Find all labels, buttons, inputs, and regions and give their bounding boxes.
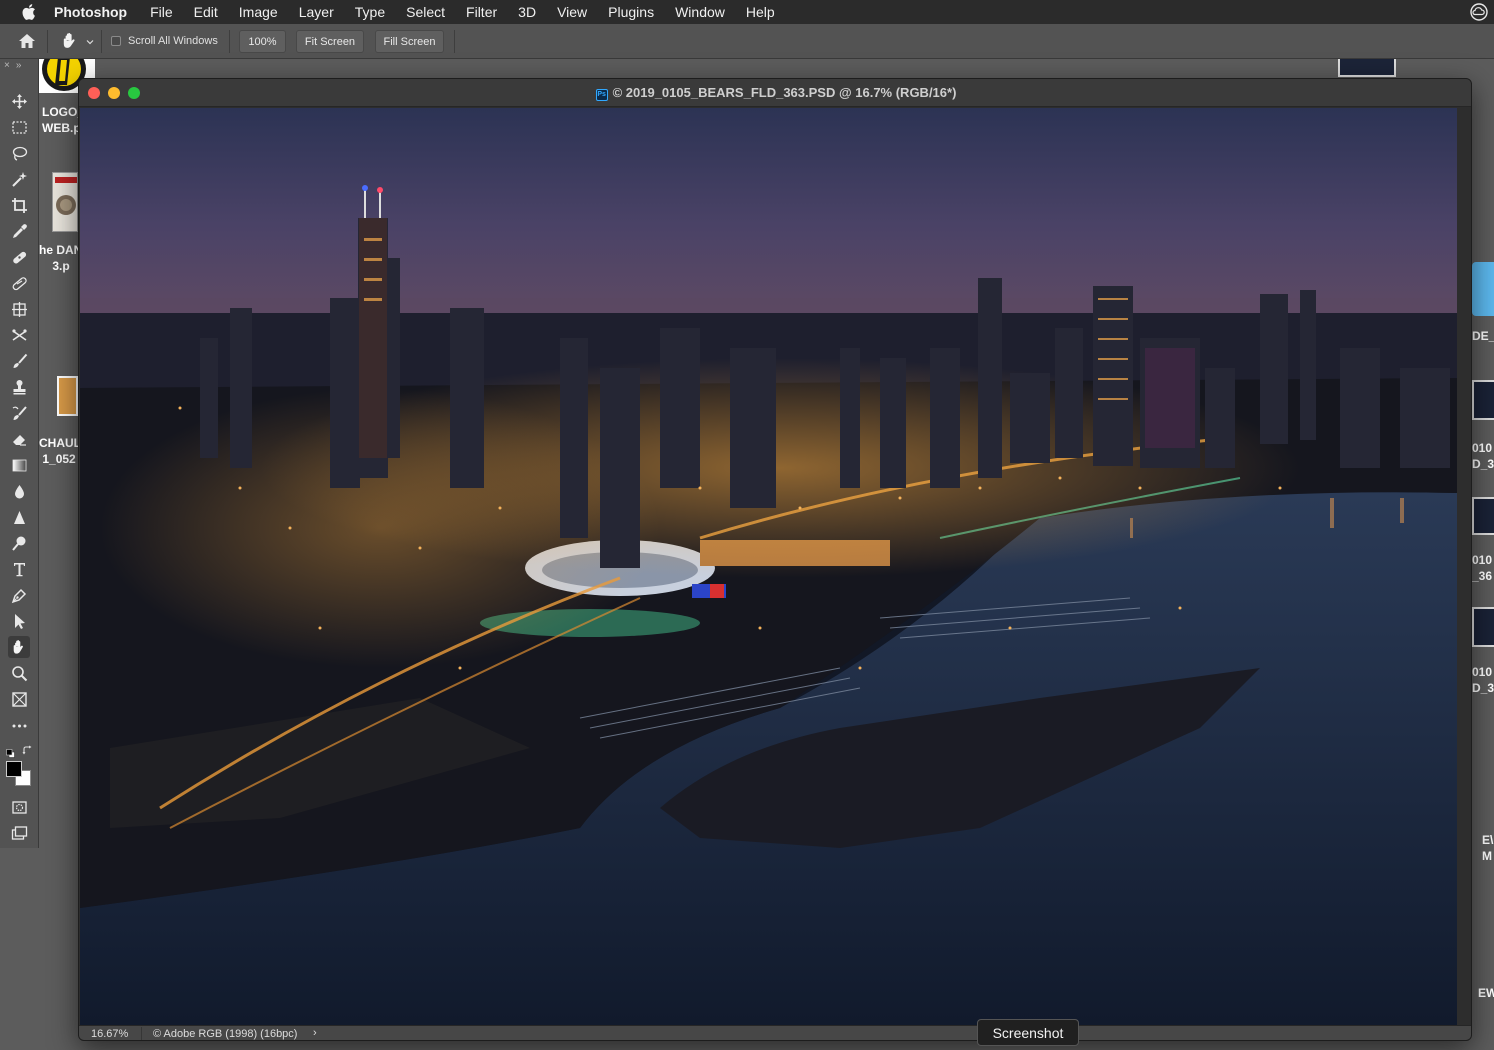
menu-3d[interactable]: 3D — [518, 4, 536, 20]
chevron-down-icon[interactable] — [86, 37, 94, 45]
type-tool-icon[interactable] — [8, 558, 30, 580]
dodge-tool-icon[interactable] — [8, 532, 30, 554]
crop-tool-icon[interactable] — [8, 194, 30, 216]
move-tool-icon[interactable] — [8, 90, 30, 112]
photoshop-file-icon: Ps — [595, 89, 608, 101]
creative-cloud-icon[interactable] — [1470, 3, 1488, 21]
menu-help[interactable]: Help — [746, 4, 775, 20]
options-separator — [229, 30, 230, 53]
menu-type[interactable]: Type — [355, 4, 385, 20]
options-separator — [454, 30, 455, 53]
options-bar: Scroll All Windows 100% Fit Screen Fill … — [0, 24, 1494, 59]
folder-icon[interactable] — [1472, 262, 1494, 316]
city-night-photo — [80, 108, 1457, 1025]
menu-filter[interactable]: Filter — [466, 4, 497, 20]
fill-screen-button[interactable]: Fill Screen — [375, 30, 444, 53]
document-canvas[interactable] — [80, 108, 1457, 1025]
desktop-file-label[interactable]: EW — [1478, 985, 1494, 1001]
status-menu-chevron-icon[interactable]: › — [313, 1027, 317, 1039]
hand-tool-preset-icon[interactable] — [60, 31, 82, 51]
menu-image[interactable]: Image — [239, 4, 278, 20]
path-selection-tool-icon[interactable] — [8, 610, 30, 632]
scroll-all-windows-checkbox[interactable] — [111, 36, 121, 46]
options-separator — [101, 30, 102, 53]
sharpen-tool-icon[interactable] — [8, 506, 30, 528]
hand-tool-icon[interactable] — [8, 636, 30, 658]
menu-app-name[interactable]: Photoshop — [54, 4, 127, 20]
patch-tool-icon[interactable] — [8, 272, 30, 294]
scroll-all-windows-label: Scroll All Windows — [128, 35, 218, 47]
zoom-level-field[interactable]: 16.67% — [91, 1028, 128, 1040]
status-separator — [141, 1027, 142, 1040]
photo-file-thumbnail[interactable] — [57, 376, 78, 416]
document-title: Ps © 2019_0105_BEARS_FLD_363.PSD @ 16.7% … — [79, 85, 1471, 101]
desktop-file-label[interactable]: 010 _36 — [1472, 552, 1494, 584]
photo-file-thumbnail[interactable] — [1472, 380, 1494, 420]
history-brush-tool-icon[interactable] — [8, 402, 30, 424]
menu-plugins[interactable]: Plugins — [608, 4, 654, 20]
desktop-file-label[interactable]: 010D_3( — [1472, 664, 1494, 696]
screenshot-tooltip: Screenshot — [977, 1019, 1079, 1046]
document-title-text: © 2019_0105_BEARS_FLD_363.PSD @ 16.7% (R… — [612, 85, 957, 100]
menu-file[interactable]: File — [150, 4, 173, 20]
color-profile-info[interactable]: © Adobe RGB (1998) (16bpc) — [153, 1028, 297, 1040]
magic-wand-tool-icon[interactable] — [8, 168, 30, 190]
desktop-file-label[interactable]: E\ M — [1482, 832, 1494, 864]
document-status-bar: 16.67% © Adobe RGB (1998) (16bpc) › — [79, 1025, 1471, 1040]
desktop-file-label[interactable]: CHAUL 1_052 — [39, 435, 78, 467]
foreground-color-swatch[interactable] — [6, 761, 22, 777]
red-eye-tool-icon[interactable] — [8, 324, 30, 346]
vertical-scrollbar[interactable] — [1457, 108, 1471, 1025]
frame-tool-icon[interactable] — [8, 688, 30, 710]
quick-mask-icon[interactable] — [8, 796, 30, 818]
default-colors-icon[interactable] — [6, 745, 15, 758]
more-tools-icon[interactable] — [8, 714, 30, 736]
desktop-file-label[interactable]: 010D_3( — [1472, 440, 1494, 472]
tools-panel: ×» — [0, 59, 39, 848]
content-aware-move-tool-icon[interactable] — [8, 298, 30, 320]
panel-collapse-button[interactable]: ×» — [4, 60, 27, 71]
menu-edit[interactable]: Edit — [194, 4, 218, 20]
marquee-tool-icon[interactable] — [8, 116, 30, 138]
desktop-file-label[interactable]: LOGO_WEB.pi — [42, 104, 78, 136]
menu-layer[interactable]: Layer — [299, 4, 334, 20]
gradient-tool-icon[interactable] — [8, 454, 30, 476]
fit-screen-button[interactable]: Fit Screen — [296, 30, 364, 53]
blur-tool-icon[interactable] — [8, 480, 30, 502]
document-window: Ps © 2019_0105_BEARS_FLD_363.PSD @ 16.7% … — [78, 78, 1472, 1041]
eraser-tool-icon[interactable] — [8, 428, 30, 450]
options-separator — [47, 30, 48, 53]
eyedropper-tool-icon[interactable] — [8, 220, 30, 242]
swap-colors-icon[interactable] — [22, 743, 33, 755]
photo-file-thumbnail[interactable] — [1338, 59, 1396, 77]
zoom-100-button[interactable]: 100% — [239, 30, 286, 53]
pen-tool-icon[interactable] — [8, 584, 30, 606]
screen-mode-icon[interactable] — [8, 822, 30, 844]
menu-window[interactable]: Window — [675, 4, 725, 20]
zoom-tool-icon[interactable] — [8, 662, 30, 684]
apple-menu-icon[interactable] — [20, 3, 38, 21]
healing-brush-tool-icon[interactable] — [8, 246, 30, 268]
lasso-tool-icon[interactable] — [8, 142, 30, 164]
brush-tool-icon[interactable] — [8, 350, 30, 372]
book-file-thumbnail[interactable] — [52, 172, 78, 232]
photo-file-thumbnail[interactable] — [1472, 497, 1494, 535]
photo-file-thumbnail[interactable] — [1472, 607, 1494, 647]
clone-stamp-tool-icon[interactable] — [8, 376, 30, 398]
desktop-file-label[interactable]: DE_I — [1472, 328, 1494, 344]
menu-bar: Photoshop File Edit Image Layer Type Sel… — [0, 0, 1494, 24]
document-title-bar[interactable]: Ps © 2019_0105_BEARS_FLD_363.PSD @ 16.7% … — [79, 79, 1471, 107]
home-icon[interactable] — [17, 32, 37, 50]
menu-select[interactable]: Select — [406, 4, 445, 20]
desktop-file-label[interactable]: he DAN 3.p — [39, 242, 78, 274]
menu-view[interactable]: View — [557, 4, 587, 20]
